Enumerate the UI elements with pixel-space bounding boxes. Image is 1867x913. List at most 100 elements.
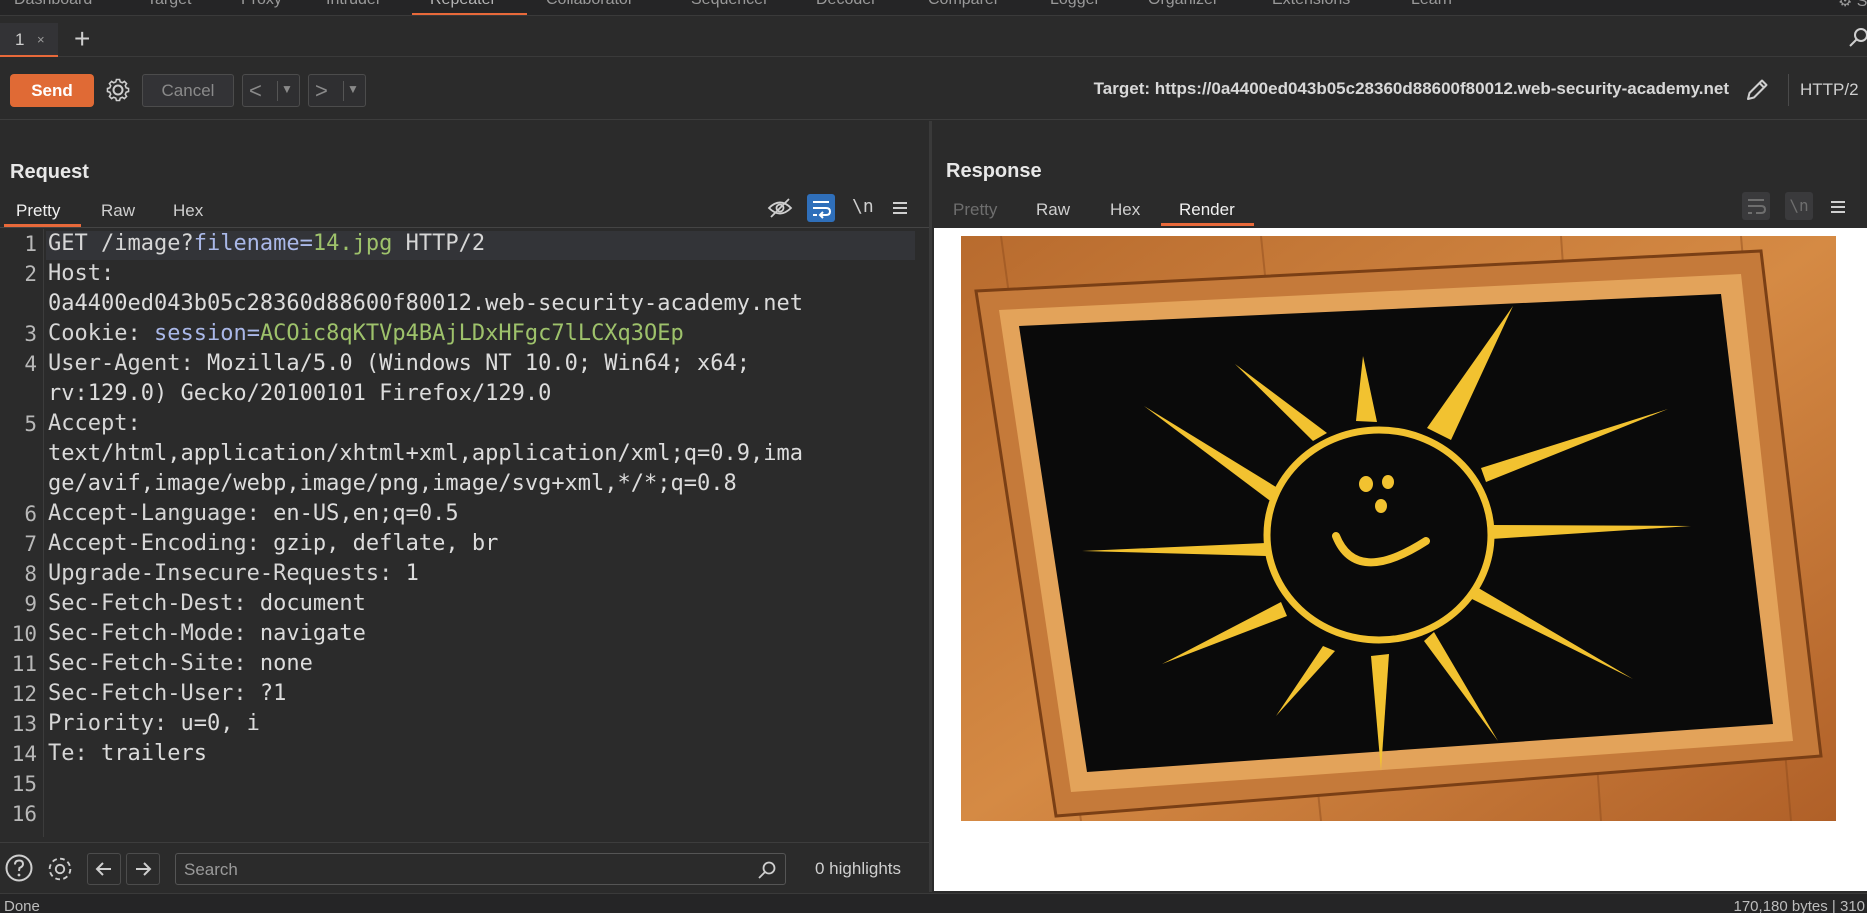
- line-number: 2: [24, 262, 37, 286]
- cancel-button[interactable]: Cancel: [142, 74, 234, 107]
- wrap-icon: [1748, 199, 1767, 214]
- search-settings-gear-icon[interactable]: [44, 853, 76, 885]
- line-number: 9: [24, 592, 37, 616]
- request-line: Accept-Language: en-US,en;q=0.5: [48, 501, 459, 526]
- request-line: Sec-Fetch-Site: none: [48, 651, 313, 676]
- response-pane: Response Pretty Raw Hex Render \n: [932, 121, 1867, 892]
- rendered-image: [961, 236, 1836, 821]
- tab-label: 1: [15, 30, 25, 49]
- request-line: Host:: [48, 261, 115, 286]
- chevron-down-icon[interactable]: ▼: [347, 82, 359, 96]
- menu-icon[interactable]: [1828, 197, 1848, 217]
- nav-dashboard[interactable]: Dashboard: [14, 0, 92, 9]
- request-line: Sec-Fetch-User: ?1: [48, 681, 287, 706]
- wrap-icon: [813, 201, 832, 219]
- request-line: GET /image?filename=14.jpg HTTP/2: [48, 231, 486, 256]
- nav-collaborator[interactable]: Collaborator: [546, 0, 633, 9]
- gear-icon[interactable]: [101, 73, 135, 107]
- arrow-left-icon: [95, 862, 111, 876]
- line-number: 11: [11, 652, 37, 676]
- next-match-button[interactable]: [126, 853, 160, 885]
- request-search-bar: Search 0 highlights: [0, 842, 929, 892]
- line-number: 15: [11, 772, 37, 796]
- request-tab-raw[interactable]: Raw: [101, 201, 135, 221]
- request-line: Accept:: [48, 411, 141, 436]
- line-number: 10: [11, 622, 37, 646]
- request-line: Sec-Fetch-Mode: navigate: [48, 621, 366, 646]
- request-line: Sec-Fetch-Dest: document: [48, 591, 366, 616]
- request-line: Cookie: session=ACOic8qKTVp4BAjLDxHFgc7l…: [48, 321, 684, 346]
- nav-logger[interactable]: Logger: [1050, 0, 1100, 9]
- render-view: [934, 228, 1867, 891]
- response-size: 170,180 bytes | 310: [1733, 898, 1866, 913]
- response-title: Response: [946, 160, 1042, 182]
- nav-proxy[interactable]: Proxy: [241, 0, 282, 9]
- chevron-down-icon[interactable]: ▼: [281, 82, 293, 96]
- menu-icon[interactable]: [890, 198, 910, 218]
- request-editor[interactable]: 1 2 3 4 5 6 7 8 9 10 11 12 13 14 15 16 GET /image?filen…: [0, 229, 915, 837]
- search-icon: [758, 861, 776, 879]
- search-icon[interactable]: [1848, 26, 1867, 48]
- protocol-label[interactable]: HTTP/2: [1800, 80, 1859, 100]
- request-line: ge/avif,image/webp,image/png,image/svg+x…: [48, 471, 737, 496]
- line-number: 3: [24, 322, 37, 346]
- response-tab-raw[interactable]: Raw: [1036, 200, 1070, 220]
- chevron-left-icon: <: [249, 78, 262, 103]
- settings-button[interactable]: ⚙ Set: [1838, 0, 1867, 11]
- chevron-right-icon: >: [315, 78, 328, 103]
- request-line: 0a4400ed043b05c28360d88600f80012.web-sec…: [48, 291, 803, 316]
- top-nav: Dashboard Target Proxy Intruder Repeater Coll…: [0, 0, 1867, 16]
- line-number-gutter: 1 2 3 4 5 6 7 8 9 10 11 12 13 14 15 16: [0, 229, 44, 837]
- forward-history-button[interactable]: > ▼: [308, 74, 366, 107]
- nav-target[interactable]: Target: [147, 0, 191, 9]
- line-number: 5: [24, 412, 37, 436]
- response-tab-render[interactable]: Render: [1179, 200, 1235, 220]
- back-history-button[interactable]: < ▼: [242, 74, 300, 107]
- hide-non-printable-icon[interactable]: [767, 195, 793, 221]
- nav-repeater[interactable]: Repeater: [430, 0, 496, 9]
- request-line: Te: trailers: [48, 741, 207, 766]
- nav-intruder[interactable]: Intruder: [326, 0, 381, 9]
- line-number: 7: [24, 532, 37, 556]
- arrow-right-icon: [136, 862, 152, 876]
- response-wrap-button[interactable]: [1742, 192, 1770, 220]
- pencil-icon[interactable]: [1742, 75, 1772, 105]
- line-number: 6: [24, 502, 37, 526]
- wrap-lines-button[interactable]: [807, 194, 835, 222]
- nav-extensions[interactable]: Extensions: [1272, 0, 1350, 9]
- line-number: 8: [24, 562, 37, 586]
- nav-organizer[interactable]: Organizer: [1148, 0, 1218, 9]
- request-line: User-Agent: Mozilla/5.0 (Windows NT 10.0…: [48, 351, 751, 376]
- search-placeholder: Search: [184, 860, 238, 879]
- response-newline-icon[interactable]: \n: [1785, 192, 1813, 220]
- line-number: 4: [24, 352, 37, 376]
- response-tab-hex[interactable]: Hex: [1110, 200, 1140, 220]
- request-pane: Request Pretty Raw Hex \n 1 2 3 4 5 6 7 8 9 10 11 1…: [0, 121, 929, 892]
- close-tab-icon[interactable]: ×: [37, 32, 45, 47]
- repeater-tab-1[interactable]: 1 ×: [0, 23, 58, 57]
- send-button[interactable]: Send: [10, 74, 94, 107]
- response-tab-pretty[interactable]: Pretty: [953, 200, 997, 220]
- search-input[interactable]: Search: [175, 853, 786, 885]
- request-title: Request: [10, 161, 89, 183]
- repeater-toolbar: Send Cancel < ▼ > ▼ Target: https://0a44…: [0, 58, 1867, 120]
- request-line: Priority: u=0, i: [48, 711, 260, 736]
- target-url: Target: https://0a4400ed043b05c28360d886…: [1093, 79, 1729, 98]
- previous-match-button[interactable]: [87, 853, 121, 885]
- line-number: 14: [11, 742, 37, 766]
- request-tab-hex[interactable]: Hex: [173, 201, 203, 221]
- nav-decoder[interactable]: Decoder: [816, 0, 876, 9]
- help-icon[interactable]: [4, 853, 34, 883]
- newline-icon[interactable]: \n: [852, 196, 874, 217]
- highlights-count: 0 highlights: [815, 859, 902, 878]
- nav-sequencer[interactable]: Sequencer: [691, 0, 768, 9]
- request-line: Upgrade-Insecure-Requests: 1: [48, 561, 419, 586]
- line-number: 16: [11, 802, 37, 826]
- line-number: 12: [11, 682, 37, 706]
- request-line: Accept-Encoding: gzip, deflate, br: [48, 531, 499, 556]
- nav-learn[interactable]: Learn: [1411, 0, 1452, 9]
- add-tab-button[interactable]: +: [74, 25, 90, 53]
- request-tab-pretty[interactable]: Pretty: [16, 201, 60, 221]
- nav-comparer[interactable]: Comparer: [928, 0, 999, 9]
- repeater-tab-strip: 1 × +: [0, 17, 1867, 57]
